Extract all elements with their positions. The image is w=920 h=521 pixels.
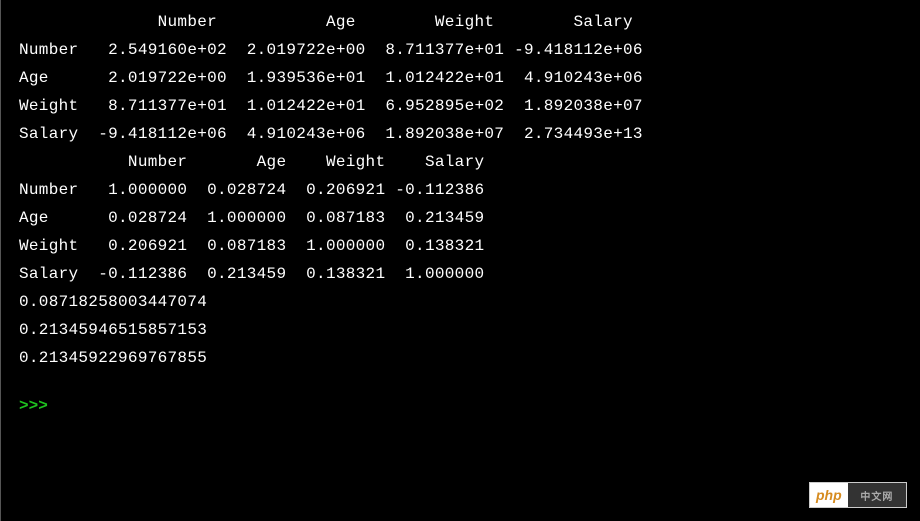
scalar-output-3: 0.21345922969767855: [19, 344, 920, 372]
watermark-left: php: [810, 487, 848, 503]
corr-row-age: Age 0.028724 1.000000 0.087183 0.213459: [19, 204, 920, 232]
cov-row-salary: Salary -9.418112e+06 4.910243e+06 1.8920…: [19, 120, 920, 148]
watermark-right: 中文网: [848, 483, 906, 507]
corr-header: Number Age Weight Salary: [19, 148, 920, 176]
watermark-badge: php 中文网: [810, 483, 906, 507]
scalar-output-1: 0.08718258003447074: [19, 288, 920, 316]
cov-row-age: Age 2.019722e+00 1.939536e+01 1.012422e+…: [19, 64, 920, 92]
cov-row-weight: Weight 8.711377e+01 1.012422e+01 6.95289…: [19, 92, 920, 120]
cov-row-number: Number 2.549160e+02 2.019722e+00 8.71137…: [19, 36, 920, 64]
cov-header: Number Age Weight Salary: [19, 8, 920, 36]
corr-row-number: Number 1.000000 0.028724 0.206921 -0.112…: [19, 176, 920, 204]
corr-row-weight: Weight 0.206921 0.087183 1.000000 0.1383…: [19, 232, 920, 260]
scalar-output-2: 0.21345946515857153: [19, 316, 920, 344]
python-prompt[interactable]: >>>: [19, 392, 920, 420]
corr-row-salary: Salary -0.112386 0.213459 0.138321 1.000…: [19, 260, 920, 288]
